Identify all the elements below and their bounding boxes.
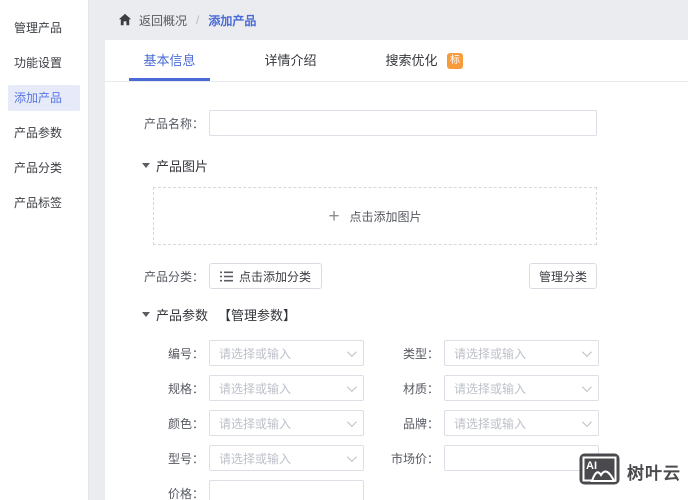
svg-text:AI: AI: [586, 460, 597, 472]
breadcrumb-separator: /: [196, 13, 200, 27]
chevron-down-icon: [581, 346, 592, 357]
sidebar-item-add-product[interactable]: 添加产品: [8, 85, 80, 111]
param-label-price: 价格：: [167, 486, 204, 500]
param-select-brand[interactable]: 请选择或输入: [444, 410, 599, 436]
product-images-section-header[interactable]: 产品图片: [142, 156, 688, 175]
list-icon: [220, 271, 233, 282]
product-category-label: 产品分类：: [143, 269, 204, 284]
chevron-down-icon: [581, 381, 592, 392]
param-select-type[interactable]: 请选择或输入: [444, 340, 599, 366]
image-upload-dropzone[interactable]: + 点击添加图片: [153, 187, 597, 245]
product-name-row: 产品名称：: [129, 110, 688, 136]
select-placeholder: 请选择或输入: [219, 346, 292, 361]
content-card: 基本信息 详情介绍 搜索优化 标 产品名称： 产品图片 + 点击添加图片 产品分…: [105, 40, 688, 500]
manage-category-button[interactable]: 管理分类: [528, 263, 597, 289]
breadcrumb: 返回概况 / 添加产品: [89, 0, 688, 40]
product-form: 产品名称： 产品图片 + 点击添加图片 产品分类： 点击添加分类 管理分类 产品…: [105, 82, 688, 500]
sidebar-item-product-params[interactable]: 产品参数: [8, 120, 80, 146]
param-select-model[interactable]: 请选择或输入: [209, 445, 364, 471]
watermark-brand-text: 树叶云: [627, 464, 681, 483]
param-select-spec[interactable]: 请选择或输入: [209, 375, 364, 401]
param-row: 颜色： 请选择或输入 品牌： 请选择或输入: [129, 410, 688, 436]
sidebar-item-manage-products[interactable]: 管理产品: [8, 15, 80, 41]
product-name-input[interactable]: [209, 110, 597, 136]
select-placeholder: 请选择或输入: [219, 451, 292, 466]
param-select-number[interactable]: 请选择或输入: [209, 340, 364, 366]
sidebar: 管理产品 功能设置 添加产品 产品参数 产品分类 产品标签: [0, 0, 89, 500]
select-placeholder: 请选择或输入: [454, 381, 527, 396]
param-label-material: 材质：: [402, 381, 439, 396]
chevron-down-icon: [346, 381, 357, 392]
param-label-market-price: 市场价：: [390, 451, 439, 466]
watermark: AI 树叶云: [579, 453, 681, 490]
select-placeholder: 请选择或输入: [219, 381, 292, 396]
param-row: 规格： 请选择或输入 材质： 请选择或输入: [129, 375, 688, 401]
param-select-color[interactable]: 请选择或输入: [209, 410, 364, 436]
chevron-down-icon: [581, 416, 592, 427]
product-name-label: 产品名称：: [143, 116, 204, 131]
product-category-row: 产品分类： 点击添加分类 管理分类: [129, 263, 597, 289]
upload-hint-text: 点击添加图片: [349, 209, 422, 224]
watermark-logo-icon: AI: [579, 453, 620, 490]
select-placeholder: 请选择或输入: [219, 416, 292, 431]
param-label-number: 编号：: [167, 346, 204, 361]
collapse-caret-icon: [142, 163, 150, 168]
param-row: 编号： 请选择或输入 类型： 请选择或输入: [129, 340, 688, 366]
tab-search-optimization[interactable]: 搜索优化 标: [371, 40, 463, 81]
tab-basic-info[interactable]: 基本信息: [129, 40, 210, 81]
select-placeholder: 请选择或输入: [454, 346, 527, 361]
manage-params-link[interactable]: 【管理参数】: [218, 305, 296, 324]
param-label-spec: 规格：: [167, 381, 204, 396]
param-label-model: 型号：: [167, 451, 204, 466]
breadcrumb-current: 添加产品: [208, 13, 257, 28]
sidebar-item-product-categories[interactable]: 产品分类: [8, 155, 80, 181]
param-label-brand: 品牌：: [402, 416, 439, 431]
breadcrumb-back-link[interactable]: 返回概况: [139, 12, 187, 29]
sidebar-item-product-tags[interactable]: 产品标签: [8, 190, 80, 216]
collapse-caret-icon: [142, 312, 150, 317]
feature-badge-icon: 标: [447, 53, 463, 69]
sidebar-item-function-settings[interactable]: 功能设置: [8, 50, 80, 76]
product-params-section-title: 产品参数: [156, 308, 209, 323]
chevron-down-icon: [346, 451, 357, 462]
chevron-down-icon: [346, 416, 357, 427]
product-params-section-header[interactable]: 产品参数 【管理参数】: [142, 305, 688, 324]
param-select-material[interactable]: 请选择或输入: [444, 375, 599, 401]
main-area: 返回概况 / 添加产品 基本信息 详情介绍 搜索优化 标 产品名称： 产品图片: [89, 0, 688, 500]
market-price-input[interactable]: [444, 445, 599, 471]
home-icon[interactable]: [118, 13, 132, 27]
param-label-color: 颜色：: [167, 416, 204, 431]
price-input[interactable]: [209, 480, 364, 500]
param-label-type: 类型：: [402, 346, 439, 361]
add-category-button-label: 点击添加分类: [239, 269, 312, 284]
chevron-down-icon: [346, 346, 357, 357]
product-images-section-title: 产品图片: [156, 159, 209, 174]
tab-detail-intro[interactable]: 详情介绍: [250, 40, 331, 81]
plus-icon: +: [328, 205, 340, 227]
tab-search-optimization-label: 搜索优化: [385, 53, 438, 68]
add-category-button[interactable]: 点击添加分类: [209, 263, 323, 289]
tab-bar: 基本信息 详情介绍 搜索优化 标: [105, 40, 688, 82]
select-placeholder: 请选择或输入: [454, 416, 527, 431]
